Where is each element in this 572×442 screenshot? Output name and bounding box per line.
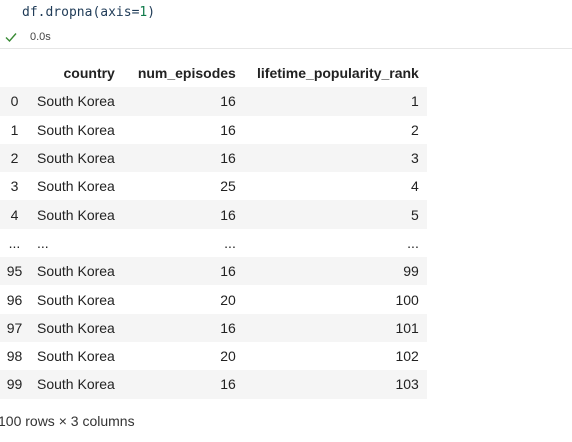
cell-lifetime-popularity-rank: 4 [411,178,419,195]
table-row: 99 South Korea 16 103 [0,370,427,399]
cell-num-episodes: 16 [220,319,236,336]
table-row: 1 South Korea 16 2 [0,115,427,144]
row-index: 3 [10,178,19,195]
cell-country: ... [37,234,49,251]
cell-country: South Korea [37,291,115,308]
row-index: 99 [6,376,23,393]
header-lifetime-popularity-rank: lifetime_popularity_rank [257,65,419,82]
row-index: 96 [6,291,23,308]
table-row: 97 South Korea 16 101 [0,313,427,342]
cell-num-episodes: 16 [220,150,236,167]
cell-num-episodes: 16 [220,376,236,393]
cell-country: South Korea [37,319,115,336]
row-index: 98 [6,348,23,365]
row-index: ... [8,234,21,251]
cell-num-episodes: 16 [220,263,236,280]
table-row: 4 South Korea 16 5 [0,200,427,229]
cell-num-episodes: 16 [220,93,236,110]
cell-num-episodes: 20 [220,291,236,308]
table-row: 2 South Korea 16 3 [0,143,427,173]
cell-lifetime-popularity-rank: 2 [411,121,419,138]
cell-country: South Korea [37,121,115,138]
cell-num-episodes: ... [224,234,236,251]
table-row: 3 South Korea 25 4 [0,172,427,201]
table-header-row: country num_episodes lifetime_popularity… [0,59,427,87]
row-index: 0 [10,93,19,110]
cell-num-episodes: 16 [220,121,236,138]
cell-lifetime-popularity-rank: 100 [395,291,419,308]
row-index: 2 [10,150,19,167]
row-index: 1 [10,121,19,138]
cell-country: South Korea [37,150,115,167]
code-text-prefix: df.dropna(axis= [22,5,140,20]
cell-lifetime-popularity-rank: 99 [403,263,419,280]
cell-num-episodes: 16 [220,206,236,223]
cell-country: South Korea [37,93,115,110]
cell-divider [0,48,572,49]
cell-lifetime-popularity-rank: 1 [411,93,419,110]
cell-num-episodes: 25 [220,178,236,195]
row-index: 97 [6,319,23,336]
execution-status: 0.0s [4,28,51,46]
cell-country: South Korea [37,178,115,195]
check-icon [4,30,18,44]
header-country: country [63,65,115,82]
dataframe-table: country num_episodes lifetime_popularity… [0,59,427,399]
cell-country: South Korea [37,263,115,280]
code-input[interactable]: df.dropna(axis=1) [22,4,155,22]
cell-country: South Korea [37,376,115,393]
table-row: 0 South Korea 16 1 [0,87,427,116]
cell-lifetime-popularity-rank: 103 [395,376,419,393]
header-num-episodes: num_episodes [137,65,236,82]
cell-lifetime-popularity-rank: 5 [411,206,419,223]
notebook-cell-output: df.dropna(axis=1) 0.0s country num_episo… [0,0,572,442]
execution-time: 0.0s [30,31,51,43]
row-index: 4 [10,206,19,223]
cell-lifetime-popularity-rank: 3 [411,150,419,167]
row-index: 95 [6,263,23,280]
cell-lifetime-popularity-rank: ... [407,234,419,251]
table-row: 96 South Korea 20 100 [0,285,427,314]
code-text-suffix: ) [147,5,156,20]
cell-country: South Korea [37,206,115,223]
dataframe-shape: 100 rows × 3 columns [0,413,135,429]
header-index [0,59,29,87]
table-row: 98 South Korea 20 102 [0,341,427,371]
cell-country: South Korea [37,348,115,365]
table-row: 95 South Korea 16 99 [0,257,427,286]
cell-num-episodes: 20 [220,348,236,365]
table-row: ............ [0,228,427,258]
cell-lifetime-popularity-rank: 102 [395,348,419,365]
cell-lifetime-popularity-rank: 101 [395,319,419,336]
